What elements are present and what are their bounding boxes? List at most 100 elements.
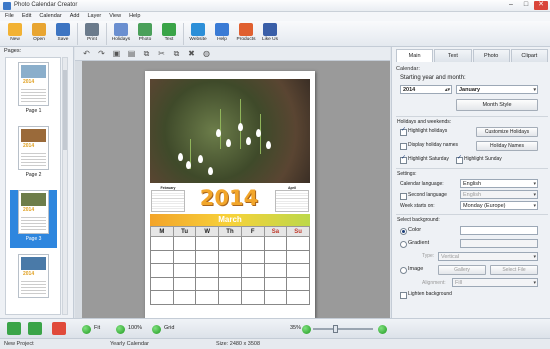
day-cell[interactable]	[218, 263, 242, 278]
day-cell[interactable]	[240, 236, 265, 251]
day-cell[interactable]	[150, 263, 174, 278]
second-language-checkbox[interactable]: Second language	[400, 192, 447, 200]
menu-help[interactable]: Help	[129, 12, 140, 21]
day-cell[interactable]	[195, 276, 220, 291]
day-cell[interactable]	[286, 236, 310, 251]
day-cell[interactable]	[172, 290, 197, 305]
day-cell[interactable]	[263, 276, 288, 291]
customize-holidays-button[interactable]: Customize Holidays	[476, 127, 538, 137]
delete-icon[interactable]: ✖	[186, 49, 197, 59]
day-cell[interactable]	[240, 276, 265, 291]
day-cell[interactable]	[195, 249, 220, 264]
alignment-select[interactable]: Fill ▾	[452, 278, 538, 287]
fit-icon[interactable]	[82, 325, 91, 334]
day-cell[interactable]	[218, 236, 242, 251]
zoom-100-icon[interactable]	[116, 325, 125, 334]
menu-view[interactable]: View	[109, 12, 121, 21]
year-spinner[interactable]: 2014 ▴▾	[400, 85, 452, 94]
gradient-radio[interactable]: Gradient	[400, 240, 429, 248]
day-cell[interactable]	[172, 276, 197, 291]
day-cell[interactable]	[286, 249, 310, 264]
undo-icon[interactable]: ↶	[81, 49, 92, 59]
save-button[interactable]: Save	[51, 21, 75, 47]
calendar-page[interactable]: February 2014 April March M Tu W Th F Sa	[145, 71, 315, 318]
zoom-slider[interactable]	[313, 325, 373, 333]
tab-main[interactable]: Main	[396, 49, 434, 62]
highlight-saturday-checkbox[interactable]: Highlight Saturday	[400, 155, 449, 164]
page-thumbnail-selected[interactable]: 2014 Page 3	[10, 190, 57, 248]
lighten-background-checkbox[interactable]: Lighten background	[400, 291, 452, 299]
calendar-language-select[interactable]: English ▾	[460, 179, 538, 188]
month-grid[interactable]: March M Tu W Th F Sa Su	[150, 214, 310, 314]
menu-calendar[interactable]: Calendar	[39, 12, 61, 21]
day-cell[interactable]	[240, 290, 265, 305]
highlight-sunday-checkbox[interactable]: Highlight Sunday	[456, 155, 502, 164]
month-select[interactable]: January ▾	[456, 85, 538, 94]
scrollbar-thumb[interactable]	[63, 70, 67, 150]
menu-edit[interactable]: Edit	[22, 12, 31, 21]
menu-layer[interactable]: Layer	[87, 12, 101, 21]
day-cell[interactable]	[150, 249, 174, 264]
print-button[interactable]: Print	[80, 21, 104, 47]
page-thumbnail[interactable]: 2014 Page 1	[10, 62, 57, 120]
bring-front-icon[interactable]: ▣	[111, 49, 122, 59]
calendar-photo[interactable]	[150, 79, 310, 183]
website-button[interactable]: Website	[186, 21, 210, 47]
day-cell[interactable]	[218, 249, 242, 264]
paste-icon[interactable]: ⧉	[171, 49, 182, 59]
tab-text[interactable]: Text	[434, 49, 472, 62]
send-back-icon[interactable]: ▤	[126, 49, 137, 59]
delete-page-icon[interactable]	[52, 322, 66, 335]
image-radio[interactable]: Image	[400, 266, 423, 274]
menu-file[interactable]: File	[5, 12, 14, 21]
text-button[interactable]: Text	[157, 21, 181, 47]
gallery-button[interactable]: Gallery	[438, 265, 486, 275]
day-cell[interactable]	[150, 276, 174, 291]
day-cell[interactable]	[263, 290, 288, 305]
select-file-button[interactable]: Select File	[490, 265, 538, 275]
zoom-in-icon[interactable]	[378, 325, 387, 334]
grid-label[interactable]: Grid	[164, 325, 174, 331]
duplicate-page-icon[interactable]	[28, 322, 42, 335]
day-cell[interactable]	[172, 236, 197, 251]
day-cell[interactable]	[218, 290, 242, 305]
day-cell[interactable]	[240, 263, 265, 278]
copy-icon[interactable]: ⧉	[141, 49, 152, 59]
menu-add[interactable]: Add	[70, 12, 80, 21]
properties-icon[interactable]: ◍	[201, 49, 212, 59]
day-cell[interactable]	[286, 263, 310, 278]
close-button[interactable]: ✕	[534, 1, 548, 10]
zoom-out-icon[interactable]	[302, 325, 311, 334]
day-cell[interactable]	[286, 276, 310, 291]
open-button[interactable]: Open	[27, 21, 51, 47]
day-cell[interactable]	[240, 249, 265, 264]
tab-photo[interactable]: Photo	[472, 49, 510, 62]
day-cell[interactable]	[263, 263, 288, 278]
day-cell[interactable]	[263, 249, 288, 264]
page-thumbnail[interactable]: 2014	[10, 254, 57, 312]
day-cell[interactable]	[195, 236, 220, 251]
calendar-year[interactable]: 2014	[184, 185, 274, 211]
holidays-button[interactable]: Holidays	[109, 21, 133, 47]
new-button[interactable]: New	[3, 21, 27, 47]
day-cell[interactable]	[172, 263, 197, 278]
day-cell[interactable]	[263, 236, 288, 251]
highlight-holidays-checkbox[interactable]: Highlight holidays	[400, 127, 447, 136]
gradient-type-select[interactable]: Vertical ▾	[438, 252, 538, 261]
cut-icon[interactable]: ✂	[156, 49, 167, 59]
day-cell[interactable]	[218, 276, 242, 291]
holiday-names-button[interactable]: Holiday Names	[476, 141, 538, 151]
day-cell[interactable]	[150, 290, 174, 305]
color-picker[interactable]	[460, 226, 538, 235]
grid-icon[interactable]	[152, 325, 161, 334]
like-us-button[interactable]: Like Us	[258, 21, 282, 47]
day-cell[interactable]	[286, 290, 310, 305]
redo-icon[interactable]: ↷	[96, 49, 107, 59]
week-starts-select[interactable]: Monday (Europe) ▾	[460, 201, 538, 210]
zoom-100-label[interactable]: 100%	[128, 325, 142, 331]
add-page-icon[interactable]	[7, 322, 21, 335]
products-button[interactable]: Products	[234, 21, 258, 47]
pages-scrollbar[interactable]	[62, 57, 68, 315]
zoom-slider-knob[interactable]	[333, 325, 338, 333]
tab-clipart[interactable]: Clipart	[510, 49, 548, 62]
